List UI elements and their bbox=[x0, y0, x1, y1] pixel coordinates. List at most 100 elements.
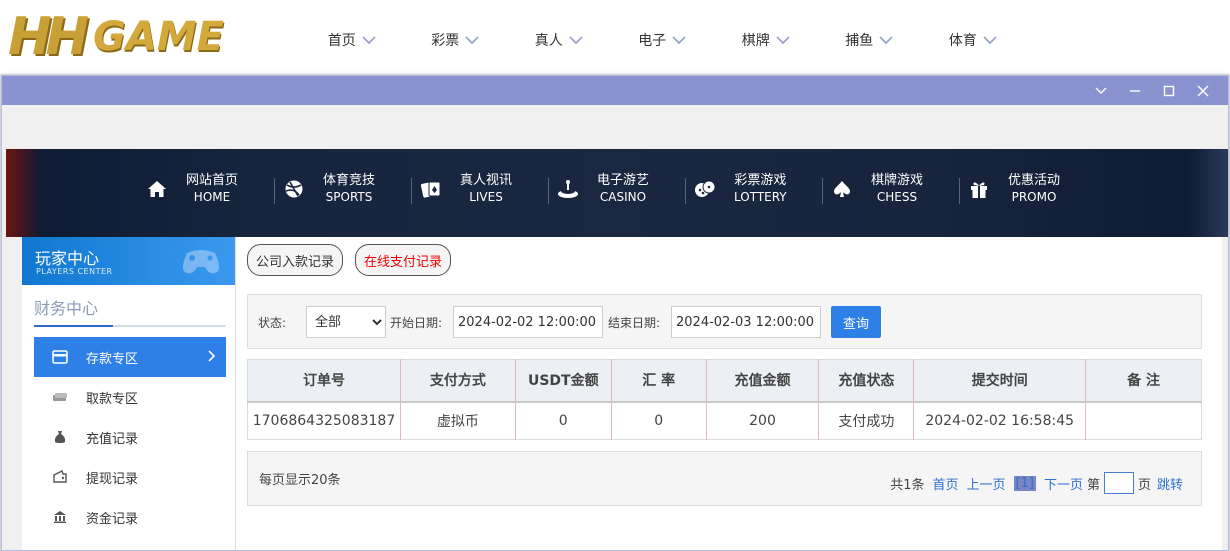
nav-item-live[interactable]: 真人 bbox=[507, 30, 611, 50]
category-home[interactable]: 网站首页 HOME bbox=[138, 171, 275, 207]
cards-icon bbox=[418, 176, 444, 202]
query-button[interactable]: 查询 bbox=[831, 306, 881, 338]
category-promo[interactable]: 优惠活动 PROMO bbox=[960, 171, 1097, 207]
sidebar-item-label: 取款专区 bbox=[86, 391, 139, 407]
col-remark: 备 注 bbox=[1085, 359, 1202, 403]
chevron-down-icon bbox=[672, 36, 686, 45]
cell-recharge-amount: 200 bbox=[706, 401, 820, 440]
category-lives[interactable]: 真人视讯 LIVES bbox=[412, 171, 549, 207]
maximize-button[interactable] bbox=[1152, 76, 1186, 105]
nav-label: 棋牌 bbox=[741, 33, 770, 49]
sidebar-item-label: 存款专区 bbox=[86, 351, 139, 367]
cell-submit-time: 2024-02-02 16:58:45 bbox=[913, 401, 1087, 440]
close-button[interactable] bbox=[1186, 76, 1220, 105]
category-label-en: LIVES bbox=[469, 190, 503, 204]
sidebar-item-label: 充值记录 bbox=[86, 431, 139, 447]
page-suffix: 页 bbox=[1137, 477, 1151, 493]
nav-item-chess[interactable]: 棋牌 bbox=[714, 30, 818, 50]
status-select[interactable]: 全部 bbox=[306, 306, 386, 338]
table-row: 1706864325083187 虚拟币 0 0 200 支付成功 2024-0… bbox=[247, 401, 1202, 440]
col-recharge-status: 充值状态 bbox=[818, 359, 915, 403]
end-date-input[interactable]: 2024-02-03 12:00:00 bbox=[671, 306, 821, 338]
player-center-window: 网站首页 HOME 体育竞技 SPORTS 真人视讯 LIVES 电子游艺 CASINO… bbox=[1, 75, 1229, 551]
category-chess[interactable]: 棋牌游戏 CHESS bbox=[823, 171, 960, 207]
col-recharge-amount: 充值金额 bbox=[706, 359, 820, 403]
cell-remark bbox=[1085, 401, 1202, 440]
chevron-down-icon bbox=[465, 36, 479, 45]
sidebar-item-deposit[interactable]: 存款专区 bbox=[34, 337, 226, 377]
window-controls bbox=[1084, 76, 1220, 105]
nav-item-lottery[interactable]: 彩票 bbox=[404, 30, 508, 50]
start-date-label: 开始日期: bbox=[390, 316, 443, 330]
tab-online-payment-records[interactable]: 在线支付记录 bbox=[355, 244, 452, 276]
col-order-no: 订单号 bbox=[247, 359, 401, 403]
nav-label: 首页 bbox=[327, 33, 356, 49]
category-casino[interactable]: 电子游艺 CASINO bbox=[549, 171, 686, 207]
players-center-subtitle: PLAYERS CENTER bbox=[36, 267, 113, 276]
sidebar-item-withdraw-records[interactable]: 提现记录 bbox=[34, 457, 226, 497]
prev-page-link[interactable]: 上一页 bbox=[967, 474, 1006, 493]
records-table: 订单号 支付方式 USDT金额 汇 率 充值金额 充值状态 提交时间 备 注 1… bbox=[247, 359, 1202, 440]
nav-label: 真人 bbox=[534, 33, 563, 49]
money-bag-icon bbox=[52, 429, 68, 445]
current-page: [1] bbox=[1013, 475, 1036, 491]
first-page-link[interactable]: 首页 bbox=[932, 474, 958, 493]
category-label-zh: 电子游艺 bbox=[597, 173, 650, 188]
chevron-down-icon bbox=[879, 36, 893, 45]
nav-label: 彩票 bbox=[431, 33, 460, 49]
nav-item-electronic[interactable]: 电子 bbox=[611, 30, 715, 50]
finance-center-title: 财务中心 bbox=[34, 299, 99, 318]
start-date-input[interactable]: 2024-02-02 12:00:00 bbox=[453, 306, 603, 338]
page-number-input[interactable] bbox=[1103, 472, 1134, 494]
chevron-down-icon bbox=[569, 36, 583, 45]
category-sports[interactable]: 体育竞技 SPORTS bbox=[275, 171, 412, 207]
sidebar-item-label: 提现记录 bbox=[86, 471, 139, 487]
nav-item-sports[interactable]: 体育 bbox=[921, 30, 1025, 50]
end-date-label: 结束日期: bbox=[608, 316, 661, 330]
chevron-down-icon bbox=[983, 36, 997, 45]
minimize-icon bbox=[1130, 89, 1140, 92]
category-lottery[interactable]: 彩票游戏 LOTTERY bbox=[686, 171, 823, 207]
category-label-en: SPORTS bbox=[325, 190, 373, 204]
sidebar-item-recharge-records[interactable]: 充值记录 bbox=[34, 417, 226, 457]
collapse-button[interactable] bbox=[1084, 76, 1118, 105]
category-label-en: LOTTERY bbox=[734, 190, 787, 204]
nav-item-home[interactable]: 首页 bbox=[300, 30, 404, 50]
finance-center-underline bbox=[34, 325, 226, 327]
gamepad-icon bbox=[183, 250, 219, 274]
logo-game: GAME bbox=[93, 14, 224, 60]
category-label-zh: 体育竞技 bbox=[323, 173, 376, 188]
status-label: 状态: bbox=[258, 316, 287, 330]
nav-item-fishing[interactable]: 捕鱼 bbox=[818, 30, 922, 50]
jump-link[interactable]: 跳转 bbox=[1157, 474, 1183, 493]
top-nav: 首页 彩票 真人 电子 棋牌 捕鱼 体育 bbox=[300, 0, 1025, 80]
site-header: HH GAME 首页 彩票 真人 电子 棋牌 捕鱼 体育 bbox=[0, 0, 1230, 74]
minimize-button[interactable] bbox=[1118, 76, 1152, 105]
nav-label: 电子 bbox=[638, 33, 667, 49]
category-label-zh: 棋牌游戏 bbox=[871, 173, 924, 188]
main-panel: 公司入款记录 在线支付记录 状态: 全部 开始日期: 2024-02-02 12… bbox=[236, 237, 1222, 550]
slot-icon bbox=[555, 176, 581, 202]
logo[interactable]: HH GAME bbox=[8, 6, 224, 68]
col-rate: 汇 率 bbox=[611, 359, 707, 403]
category-label-zh: 网站首页 bbox=[186, 173, 239, 188]
basketball-icon bbox=[281, 176, 307, 202]
content-panel: 玩家中心 PLAYERS CENTER 财务中心 存款专区 取款专区 充值记录 … bbox=[22, 237, 1222, 550]
category-label-zh: 真人视讯 bbox=[460, 173, 513, 188]
category-label-en: CHESS bbox=[876, 190, 918, 204]
category-label-zh: 优惠活动 bbox=[1008, 173, 1061, 188]
cell-recharge-status: 支付成功 bbox=[818, 401, 915, 440]
filter-bar: 状态: 全部 开始日期: 2024-02-02 12:00:00 结束日期: 2… bbox=[247, 294, 1202, 349]
window-titlebar[interactable] bbox=[2, 76, 1228, 105]
spade-icon bbox=[829, 176, 855, 202]
window-blank-area bbox=[2, 105, 1228, 148]
record-tabs: 公司入款记录 在线支付记录 bbox=[247, 244, 463, 276]
card-icon bbox=[52, 349, 68, 365]
players-center-header: 玩家中心 PLAYERS CENTER bbox=[22, 237, 235, 285]
sidebar-item-fund-records[interactable]: 资金记录 bbox=[34, 497, 226, 537]
total-count: 共1条 bbox=[890, 477, 925, 493]
sidebar-item-withdraw[interactable]: 取款专区 bbox=[34, 377, 226, 417]
next-page-link[interactable]: 下一页 bbox=[1044, 474, 1083, 493]
pagination-controls: 共1条 首页 上一页 [1] 下一页 第 页 跳转 bbox=[890, 472, 1183, 494]
tab-company-deposit-records[interactable]: 公司入款记录 bbox=[247, 244, 344, 276]
